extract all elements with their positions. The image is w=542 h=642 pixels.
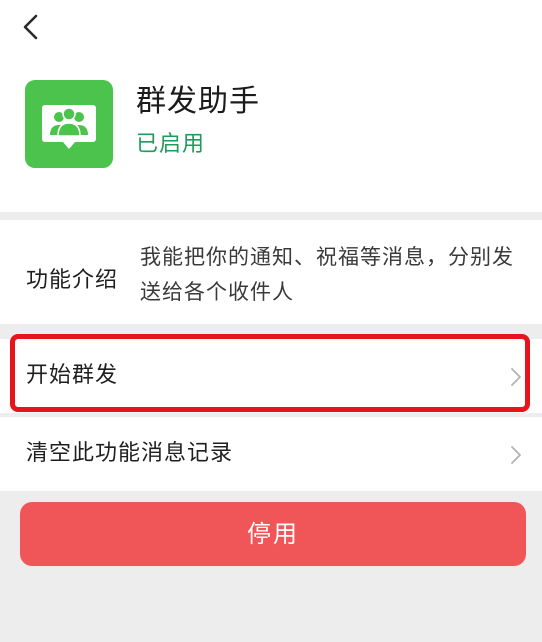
- disable-button[interactable]: 停用: [20, 502, 526, 566]
- app-name: 群发助手: [136, 84, 260, 119]
- back-chevron-icon: [23, 14, 38, 40]
- start-broadcast-label: 开始群发: [26, 363, 119, 388]
- intro-section: 功能介绍 我能把你的通知、祝福等消息，分别发送给各个收件人: [0, 220, 542, 324]
- chevron-right-icon: [511, 446, 521, 464]
- intro-label: 功能介绍: [26, 268, 119, 293]
- intro-description: 我能把你的通知、祝福等消息，分别发送给各个收件人: [140, 245, 514, 304]
- clear-history-label: 清空此功能消息记录: [26, 441, 234, 466]
- clear-history-row[interactable]: 清空此功能消息记录: [0, 417, 542, 491]
- app-status: 已启用: [136, 132, 206, 157]
- start-broadcast-row[interactable]: 开始群发: [0, 339, 542, 413]
- app-header-section: 群发助手 已启用: [0, 0, 542, 212]
- chevron-right-icon: [511, 368, 521, 386]
- back-button[interactable]: [16, 10, 48, 44]
- group-chat-icon: [25, 80, 113, 168]
